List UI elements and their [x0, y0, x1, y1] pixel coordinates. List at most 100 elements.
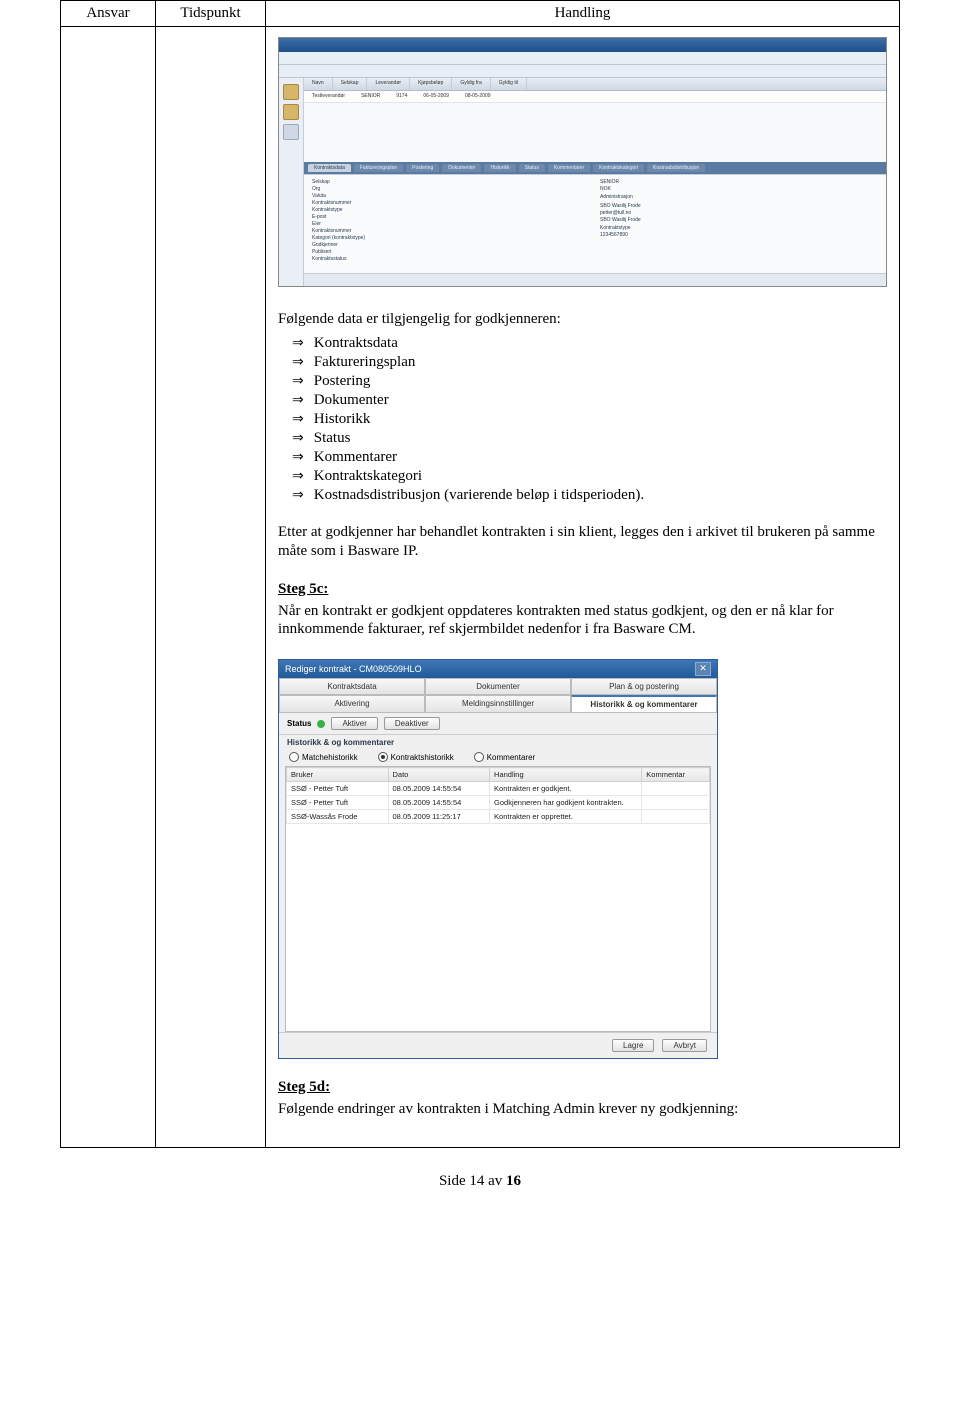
col-header-handling: Handling — [266, 1, 900, 27]
page-footer: Side 14 av 16 — [60, 1173, 900, 1190]
row-fra: 06-05-2009 — [415, 91, 457, 102]
screenshot-basware-ip: Navn Selskap Leverandør Kjøpsbeløp Gyldi… — [278, 37, 887, 287]
radio-kommentarer[interactable]: Kommentarer — [474, 752, 535, 762]
table-row[interactable]: SSØ-Wassås Frode 08.05.2009 11:25:17 Kon… — [287, 810, 710, 824]
cell-action: Kontrakten er opprettet. — [490, 810, 642, 824]
bullet-item: Status — [292, 429, 887, 448]
col-navn[interactable]: Navn — [304, 78, 333, 90]
th-bruker[interactable]: Bruker — [287, 768, 389, 782]
val-selskap: SENIOR — [600, 179, 878, 185]
col-gyldig-til[interactable]: Gyldig til — [491, 78, 527, 90]
col-kjopsbelop[interactable]: Kjøpsbeløp — [410, 78, 452, 90]
lagre-button[interactable]: Lagre — [612, 1039, 654, 1052]
lbl-kontraktsnr2: Kontraktsnummer — [312, 228, 590, 234]
tab-kostnadsdistribusjon[interactable]: Kostnadsdistribusjon — [647, 164, 705, 172]
lbl-godkjenner: Godkjenner — [312, 242, 590, 248]
lbl-org: Org — [312, 186, 590, 192]
detail-pane: Selskap Org Valuta Kontraktsnummer Kontr… — [304, 174, 886, 273]
folder-icon[interactable] — [283, 104, 299, 120]
lbl-selskap: Selskap — [312, 179, 590, 185]
dialog-title-prefix: Rediger kontrakt - — [285, 664, 359, 674]
radio-icon — [474, 752, 484, 762]
step-5d-text: Følgende endringer av kontrakten i Match… — [278, 1100, 887, 1119]
th-kommentar[interactable]: Kommentar — [642, 768, 710, 782]
row-selskap: SENIOR — [353, 91, 388, 102]
radio-label: Kontraktshistorikk — [391, 753, 454, 762]
radio-matchehistorikk[interactable]: Matchehistorikk — [289, 752, 358, 762]
bullet-list: Kontraktsdata Faktureringsplan Postering… — [292, 334, 887, 505]
radio-label: Matchehistorikk — [302, 753, 358, 762]
bullet-item: Faktureringsplan — [292, 353, 887, 372]
cell-user: SSØ - Petter Tuft — [287, 796, 389, 810]
radio-kontraktshistorikk[interactable]: Kontraktshistorikk — [378, 752, 454, 762]
tab-historikk-kommentarer[interactable]: Historikk & og kommentarer — [571, 695, 717, 713]
avbryt-button[interactable]: Avbryt — [662, 1039, 707, 1052]
dialog-footer: Lagre Avbryt — [279, 1032, 717, 1058]
tab-kontraktskategori[interactable]: Kontraktskategori — [593, 164, 644, 172]
history-table: Bruker Dato Handling Kommentar SSØ - Pet… — [286, 767, 710, 824]
val-ktype: Kontraktstype — [600, 225, 878, 231]
radio-label: Kommentarer — [487, 753, 535, 762]
lbl-kontraktsnr: Kontraktsnummer — [312, 200, 590, 206]
row-til: 08-05-2009 — [457, 91, 499, 102]
tab-aktivering[interactable]: Aktivering — [279, 695, 425, 713]
tab-kontraktsdata[interactable]: Kontraktsdata — [308, 164, 351, 172]
cell-action: Godkjenneren har godkjent kontrakten. — [490, 796, 642, 810]
tab-kommentarer[interactable]: Kommentarer — [548, 164, 590, 172]
table-row[interactable]: SSØ - Petter Tuft 08.05.2009 14:55:54 Ko… — [287, 782, 710, 796]
tab-status[interactable]: Status — [519, 164, 545, 172]
col-gyldig-fra[interactable]: Gyldig fra — [452, 78, 490, 90]
tab-dokumenter[interactable]: Dokumenter — [425, 678, 571, 695]
bullet-item: Historikk — [292, 410, 887, 429]
cell-date: 08.05.2009 14:55:54 — [388, 796, 490, 810]
tab-plan-postering[interactable]: Plan & og postering — [571, 678, 717, 695]
intro-text: Følgende data er tilgjengelig for godkje… — [278, 311, 887, 328]
cell-tidspunkt — [156, 27, 266, 1148]
col-selskap[interactable]: Selskap — [333, 78, 368, 90]
val-valuta: NOK — [600, 186, 878, 192]
table-row[interactable]: SSØ - Petter Tuft 08.05.2009 14:55:54 Go… — [287, 796, 710, 810]
lbl-eier: Eier — [312, 221, 590, 227]
task-icon[interactable] — [283, 124, 299, 140]
aktiver-button[interactable]: Aktiver — [331, 717, 377, 730]
dialog-title-code: CM080509HLO — [359, 664, 422, 674]
cell-comment — [642, 782, 710, 796]
close-icon[interactable]: ✕ — [695, 662, 711, 676]
bullet-item: Postering — [292, 372, 887, 391]
cell-date: 08.05.2009 11:25:17 — [388, 810, 490, 824]
history-table-wrap: Bruker Dato Handling Kommentar SSØ - Pet… — [285, 766, 711, 1032]
col-header-tidspunkt: Tidspunkt — [156, 1, 266, 27]
tab-kontraktsdata[interactable]: Kontraktsdata — [279, 678, 425, 695]
tab-dokumenter[interactable]: Dokumenter — [442, 164, 481, 172]
lbl-kontraktsstatus: Kontraktsstatus — [312, 256, 590, 262]
tab-historikk[interactable]: Historikk — [484, 164, 515, 172]
val-epost: petter@tull.no — [600, 210, 878, 216]
radio-icon — [378, 752, 388, 762]
screenshot-rediger-kontrakt: Rediger kontrakt - CM080509HLO ✕ Kontrak… — [278, 659, 718, 1059]
bullet-item: Dokumenter — [292, 391, 887, 410]
th-dato[interactable]: Dato — [388, 768, 490, 782]
th-handling[interactable]: Handling — [490, 768, 642, 782]
cell-comment — [642, 796, 710, 810]
footer-page: 14 — [469, 1173, 484, 1189]
detail-tabs: Kontraktsdata Faktureringsplan Postering… — [304, 162, 886, 174]
status-row: Status Aktiver Deaktiver — [279, 713, 717, 735]
lbl-valuta: Valuta — [312, 193, 590, 199]
dialog-tabs-row1: Kontraktsdata Dokumenter Plan & og poste… — [279, 678, 717, 695]
tab-postering[interactable]: Postering — [406, 164, 439, 172]
cell-action: Kontrakten er godkjent. — [490, 782, 642, 796]
list-row[interactable]: Testleverandør SENIOR 9174 06-05-2009 08… — [304, 91, 886, 103]
folder-icon[interactable] — [283, 84, 299, 100]
val-number: 1234567890 — [600, 232, 878, 238]
tab-faktureringsplan[interactable]: Faktureringsplan — [354, 164, 403, 172]
dialog-tabs-row2: Aktivering Meldingsinnstillinger Histori… — [279, 695, 717, 713]
step-5d-heading: Steg 5d: — [278, 1079, 887, 1096]
cell-user: SSØ-Wassås Frode — [287, 810, 389, 824]
col-leverandor[interactable]: Leverandør — [367, 78, 410, 90]
footer-total: 16 — [506, 1173, 521, 1189]
tab-meldingsinnstillinger[interactable]: Meldingsinnstillinger — [425, 695, 571, 713]
radio-icon — [289, 752, 299, 762]
deaktiver-button[interactable]: Deaktiver — [384, 717, 440, 730]
bullet-item: Kontraktsdata — [292, 334, 887, 353]
status-bar — [304, 273, 886, 286]
